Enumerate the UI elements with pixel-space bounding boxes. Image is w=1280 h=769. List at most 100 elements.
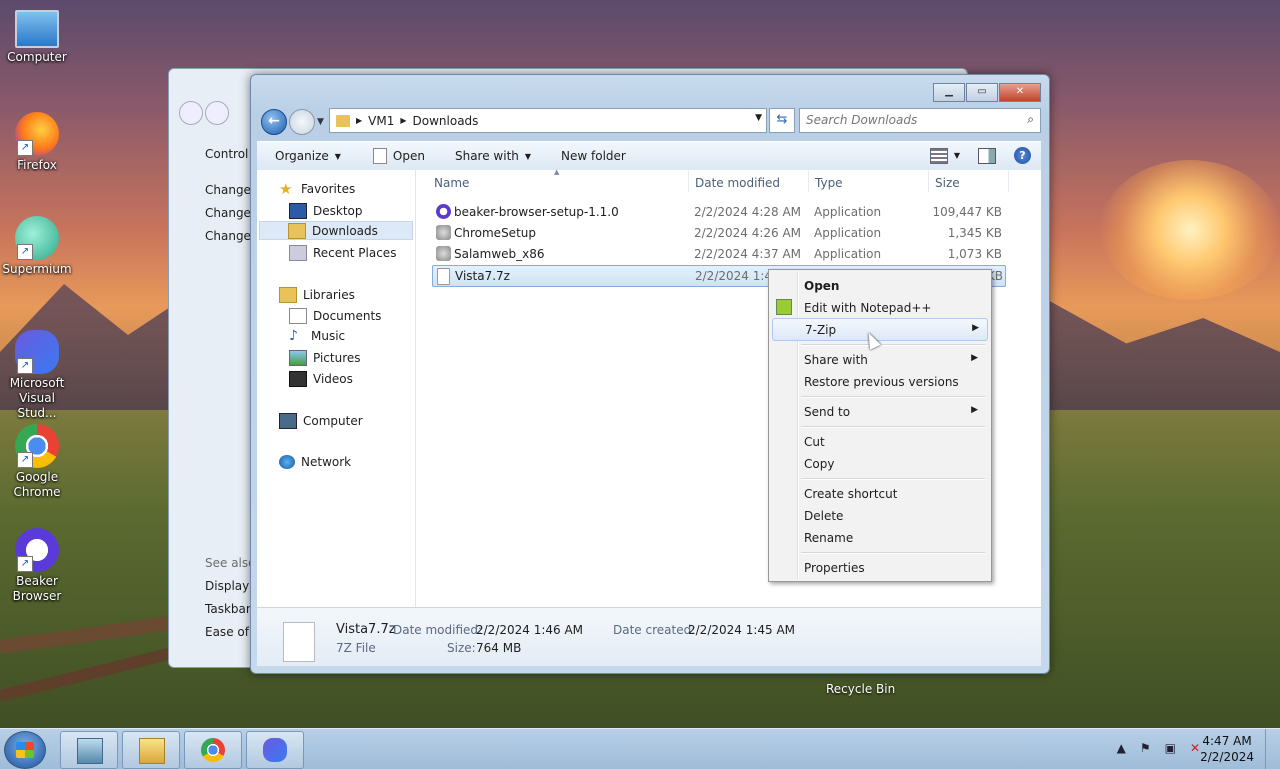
nav-pictures[interactable]: Pictures: [289, 350, 361, 366]
new-folder-button[interactable]: New folder: [561, 149, 626, 163]
file-date: 2/2/2024 4:37 AM: [694, 247, 802, 261]
nav-downloads[interactable]: Downloads: [259, 221, 413, 240]
search-box[interactable]: ⌕: [799, 108, 1041, 133]
column-header-size[interactable]: Size: [935, 176, 960, 190]
desktop-icon-computer[interactable]: Computer: [2, 10, 72, 65]
start-button[interactable]: [4, 731, 46, 769]
menu-item-properties[interactable]: Properties: [772, 557, 986, 578]
address-bar[interactable]: ▶ VM1 ▶ Downloads ▼: [329, 108, 767, 133]
column-header-date-modified[interactable]: Date modified: [695, 176, 780, 190]
taskbar-control-panel[interactable]: [60, 731, 118, 769]
preview-pane-icon[interactable]: [978, 147, 996, 164]
installer-icon: [436, 225, 451, 240]
supermium-icon: ↗: [15, 216, 59, 260]
back-window-item[interactable]: Change: [205, 183, 251, 197]
desktop-icon-recycle-bin[interactable]: Recycle Bin: [826, 682, 895, 696]
firefox-icon: ↗: [15, 112, 59, 156]
show-hidden-icons[interactable]: ▲: [1117, 741, 1126, 755]
minimize-button[interactable]: ▁: [933, 83, 965, 102]
file-name: beaker-browser-setup-1.1.0: [454, 205, 619, 219]
taskbar-visual-studio[interactable]: [246, 731, 304, 769]
forward-button[interactable]: [289, 109, 315, 135]
back-window-link[interactable]: Taskbar: [205, 602, 251, 616]
column-divider[interactable]: [1008, 170, 1009, 192]
back-button[interactable]: ←: [261, 109, 287, 135]
back-window-item[interactable]: Change: [205, 229, 251, 243]
volume-muted-icon[interactable]: ✕: [1190, 741, 1200, 755]
nav-documents[interactable]: Documents: [289, 308, 381, 324]
open-button[interactable]: Open: [372, 148, 425, 164]
column-divider[interactable]: [928, 170, 929, 192]
chevron-right-icon[interactable]: ▶: [400, 116, 406, 125]
chevron-right-icon[interactable]: ▶: [356, 116, 362, 125]
desktop-icon-google-chrome[interactable]: ↗ Google Chrome: [2, 424, 72, 500]
show-desktop-button[interactable]: [1265, 729, 1280, 769]
nav-favorites[interactable]: ★ Favorites: [279, 182, 355, 197]
desktop-icon-firefox[interactable]: ↗ Firefox: [2, 112, 72, 173]
desktop-icon-supermium[interactable]: ↗ Supermium: [2, 216, 72, 277]
help-icon[interactable]: ?: [1014, 147, 1031, 164]
maximize-button[interactable]: ▭: [966, 83, 998, 102]
menu-item-7zip[interactable]: 7-Zip ▶: [772, 318, 988, 341]
column-header-name[interactable]: Name: [434, 176, 469, 190]
back-window-item[interactable]: Change: [205, 206, 251, 220]
menu-item-open[interactable]: Open: [772, 275, 986, 296]
breadcrumb-vm1[interactable]: VM1: [368, 114, 394, 128]
nav-libraries[interactable]: Libraries: [279, 287, 355, 303]
back-window-item[interactable]: Control I: [205, 147, 256, 161]
column-divider[interactable]: [808, 170, 809, 192]
videos-icon: [289, 371, 307, 387]
menu-item-cut[interactable]: Cut: [772, 431, 986, 452]
desktop-icon-visual-studio[interactable]: ↗ Microsoft Visual Stud...: [2, 330, 72, 421]
visual-studio-icon: ↗: [15, 330, 59, 374]
navigation-pane: ★ Favorites Desktop Downloads Recent Plac…: [257, 170, 416, 607]
file-type: Application: [814, 205, 882, 219]
search-icon[interactable]: ⌕: [1027, 112, 1034, 127]
menu-item-delete[interactable]: Delete: [772, 505, 986, 526]
column-divider[interactable]: [688, 170, 689, 192]
action-center-flag-icon[interactable]: ⚑: [1140, 741, 1151, 755]
breadcrumb-downloads[interactable]: Downloads: [413, 114, 479, 128]
nav-recent-places[interactable]: Recent Places: [289, 245, 396, 261]
menu-item-create-shortcut[interactable]: Create shortcut: [772, 483, 986, 504]
close-button[interactable]: ✕: [999, 83, 1041, 102]
view-icon[interactable]: [929, 147, 948, 164]
back-window-link[interactable]: Display: [205, 579, 249, 593]
menu-item-restore-previous-versions[interactable]: Restore previous versions: [772, 371, 986, 392]
nav-network[interactable]: Network: [279, 455, 351, 469]
menu-item-edit-notepadpp[interactable]: Edit with Notepad++: [772, 297, 986, 318]
column-header-type[interactable]: Type: [815, 176, 843, 190]
clock-date: 2/2/2024: [1200, 750, 1254, 764]
organize-button[interactable]: Organize ▼: [275, 149, 341, 163]
chevron-down-icon[interactable]: ▼: [954, 151, 960, 160]
nav-music[interactable]: ♪ Music: [289, 329, 345, 343]
file-row[interactable]: beaker-browser-setup-1.1.0 2/2/2024 4:28…: [432, 202, 1004, 222]
share-with-button[interactable]: Share with ▼: [455, 149, 531, 163]
file-row[interactable]: Salamweb_x86 2/2/2024 4:37 AM Applicatio…: [432, 244, 1004, 264]
taskbar-clock[interactable]: 4:47 AM 2/2/2024: [1200, 733, 1254, 765]
nav-desktop[interactable]: Desktop: [289, 203, 363, 219]
menu-item-copy[interactable]: Copy: [772, 453, 986, 474]
system-tray: ▲ ⚑ ▣ ✕: [1103, 741, 1200, 755]
windows-logo-icon: [16, 742, 34, 758]
refresh-button[interactable]: ⇆: [769, 108, 795, 133]
details-file-type: 7Z File: [336, 641, 376, 655]
details-modified-label: Date modified:: [393, 623, 483, 637]
recent-pages-dropdown[interactable]: ▼: [317, 117, 324, 127]
back-window-nav: [179, 101, 231, 128]
network-tray-icon[interactable]: ▣: [1165, 741, 1176, 755]
shortcut-arrow-icon: ↗: [17, 140, 33, 156]
desktop-icon-beaker-browser[interactable]: ↗ Beaker Browser: [2, 528, 72, 604]
menu-item-share-with[interactable]: Share with ▶: [772, 349, 986, 370]
taskbar-chrome[interactable]: [184, 731, 242, 769]
file-row[interactable]: ChromeSetup 2/2/2024 4:26 AM Application…: [432, 223, 1004, 243]
taskbar-explorer[interactable]: [122, 731, 180, 769]
open-label: Open: [392, 149, 425, 163]
menu-item-rename[interactable]: Rename: [772, 527, 986, 548]
menu-item-send-to[interactable]: Send to ▶: [772, 401, 986, 422]
search-input[interactable]: [800, 109, 1022, 130]
nav-computer[interactable]: Computer: [279, 413, 363, 429]
nav-videos[interactable]: Videos: [289, 371, 353, 387]
chevron-down-icon[interactable]: ▼: [755, 113, 762, 123]
folder-icon: [336, 114, 350, 127]
